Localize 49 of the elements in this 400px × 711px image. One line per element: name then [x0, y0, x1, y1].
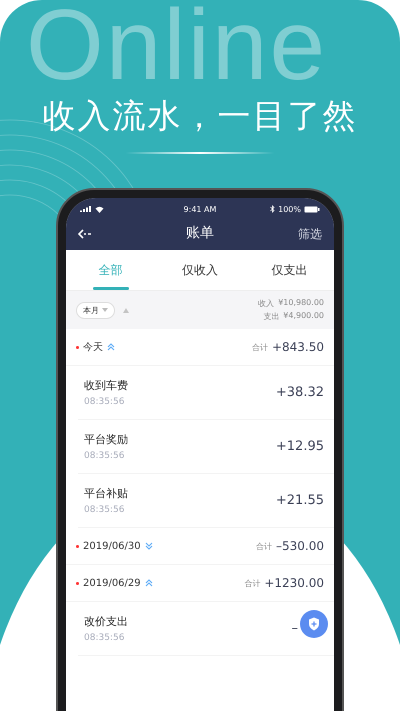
expense-total: ¥4,900.00 [283, 311, 324, 322]
group-date: 今天 [83, 341, 103, 354]
bluetooth-icon [270, 205, 276, 213]
group-date: 2019/06/30 [83, 540, 141, 552]
income-total: ¥10,980.00 [278, 298, 324, 309]
group-total: +1230.00 [264, 576, 324, 590]
transaction-name: 平台补贴 [84, 486, 128, 501]
expense-label: 支出 [263, 311, 280, 322]
transaction-time: 08:35:56 [84, 505, 126, 515]
chevron-icon[interactable] [144, 542, 153, 550]
transaction-name: 平台奖励 [84, 432, 128, 447]
unread-dot [76, 544, 79, 548]
transaction-amount: +21.55 [276, 493, 324, 508]
chevron-icon[interactable] [144, 579, 153, 587]
total-label: 合计 [256, 540, 272, 552]
sort-icon[interactable] [123, 308, 129, 312]
filter-button[interactable]: 筛选 [298, 226, 322, 243]
group-total: –530.00 [276, 539, 324, 553]
battery-percent: 100% [278, 204, 301, 214]
group-total: +843.50 [272, 340, 324, 354]
transaction-time: 08:35:56 [84, 633, 126, 643]
tab[interactable]: 仅收入 [155, 250, 245, 290]
chevron-icon[interactable] [107, 343, 115, 351]
headline: 收入流水，一目了然 [42, 95, 358, 137]
battery-icon [304, 206, 320, 212]
tab[interactable]: 仅支出 [244, 250, 334, 290]
transaction-time: 08:35:56 [84, 451, 126, 461]
shield-icon [308, 617, 320, 631]
transaction-amount: – [292, 621, 298, 636]
page-title: 账单 [186, 224, 214, 242]
signal-icon [80, 206, 92, 212]
backdrop-word: Online [26, 0, 328, 90]
back-arrow-icon[interactable] [78, 228, 92, 238]
status-time: 9:41 AM [184, 204, 216, 214]
transaction-name: 改价支出 [84, 614, 128, 629]
unread-dot [76, 582, 79, 584]
transaction-amount: +38.32 [276, 385, 324, 400]
transaction-amount: +12.95 [276, 439, 324, 454]
transaction-time: 08:35:56 [84, 397, 126, 407]
total-label: 合计 [244, 578, 260, 588]
wifi-icon [95, 206, 104, 212]
unread-dot [76, 346, 79, 348]
shield-plus-button[interactable] [300, 610, 328, 638]
group-date: 2019/06/29 [83, 578, 141, 588]
period-dropdown[interactable]: 本月 [76, 302, 115, 318]
caret-icon [102, 308, 108, 312]
total-label: 合计 [252, 342, 268, 352]
transaction-name: 收到车费 [84, 378, 128, 393]
income-label: 收入 [258, 298, 274, 309]
